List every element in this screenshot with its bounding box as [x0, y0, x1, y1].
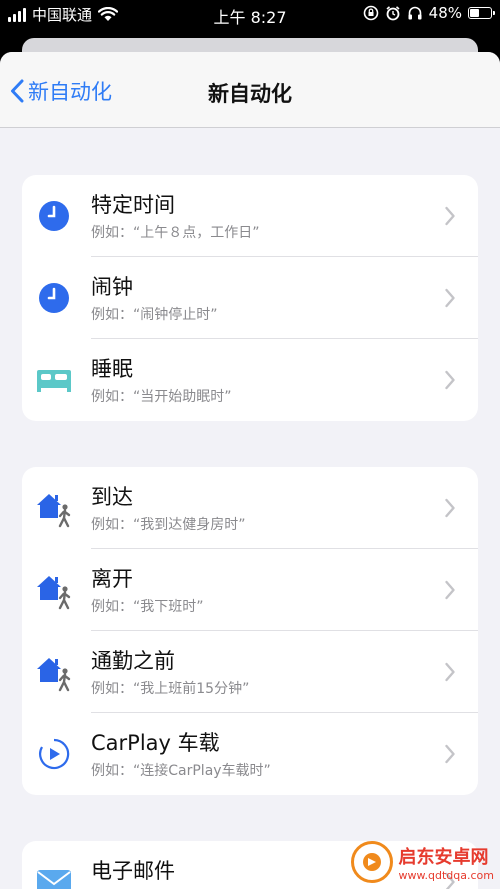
trigger-subtitle: 例如：“连接CarPlay车载时” [91, 763, 271, 779]
trigger-title: 离开 [91, 567, 133, 591]
trigger-row[interactable]: 特定时间例如：“上午８点，工作日” [22, 175, 478, 257]
watermark-logo-icon [350, 841, 393, 883]
trigger-row[interactable]: 闹钟例如：“闹钟停止时” [22, 257, 478, 339]
rotation-lock-icon [363, 5, 378, 21]
chevron-right-icon [444, 287, 456, 309]
page-title: 新自动化 [208, 82, 292, 106]
status-right: 48% [363, 4, 495, 22]
battery-icon [468, 7, 495, 19]
trigger-title: 电子邮件 [91, 859, 175, 883]
chevron-right-icon [444, 661, 456, 683]
chevron-right-icon [444, 205, 456, 227]
trigger-title: 到达 [91, 485, 133, 509]
chevron-right-icon [444, 743, 456, 765]
home-person-icon [34, 570, 74, 610]
watermark: 启东安卓网 www.qdtdqa.com [350, 841, 494, 883]
carplay-icon [34, 734, 74, 774]
trigger-subtitle: 例如：“当开始助眠时” [91, 389, 232, 405]
trigger-subtitle: 例如：“上午８点，工作日” [91, 225, 260, 241]
clock-icon [34, 196, 74, 236]
trigger-subtitle: 例如：“我下班时” [91, 599, 204, 615]
navigation-bar: 新自动化 新自动化 [0, 52, 500, 128]
trigger-row[interactable]: CarPlay 车载例如：“连接CarPlay车载时” [22, 713, 478, 795]
home-person-icon [34, 652, 74, 692]
alarm-icon [386, 6, 400, 21]
trigger-subtitle: 例如：“我上班前15分钟” [91, 681, 250, 697]
headphones-icon [408, 6, 422, 20]
trigger-subtitle: 例如：“我到达健身房时” [91, 517, 246, 533]
trigger-row[interactable]: 睡眠例如：“当开始助眠时” [22, 339, 478, 421]
mail-icon [34, 862, 74, 889]
trigger-group-2: 到达 例如：“我到达健身房时” 离开 例如：“我下班时” 通勤之前 例如：“我上班前15分… [22, 467, 478, 795]
clock-icon [34, 278, 74, 318]
trigger-title: 闹钟 [91, 275, 133, 299]
trigger-title: 通勤之前 [91, 649, 175, 673]
trigger-row[interactable]: 离开例如：“我下班时” [22, 549, 478, 631]
battery-percent: 48% [428, 4, 462, 22]
watermark-name: 启东安卓网 [398, 846, 489, 868]
home-person-icon [34, 488, 74, 528]
trigger-group-1: 特定时间 例如：“上午８点，工作日” 闹钟 例如：“闹钟停止时” 睡眠 例如：“当开始助眠… [22, 175, 478, 421]
trigger-title: 特定时间 [91, 193, 175, 217]
battery-fill [470, 9, 479, 17]
watermark-url: www.qdtdqa.com [398, 868, 494, 882]
bed-icon [34, 360, 74, 400]
trigger-title: CarPlay 车载 [91, 731, 220, 755]
trigger-subtitle: 例如：“闹钟停止时” [91, 307, 218, 323]
trigger-row[interactable]: 通勤之前例如：“我上班前15分钟” [22, 631, 478, 713]
chevron-right-icon [444, 579, 456, 601]
watermark-text: 启东安卓网 www.qdtdqa.com [399, 843, 494, 882]
chevron-right-icon [444, 369, 456, 391]
status-bar: 中国联通 上午 8:27 48% [0, 0, 500, 28]
trigger-row[interactable]: 到达例如：“我到达健身房时” [22, 467, 478, 549]
trigger-title: 睡眠 [91, 357, 133, 381]
chevron-right-icon [444, 497, 456, 519]
